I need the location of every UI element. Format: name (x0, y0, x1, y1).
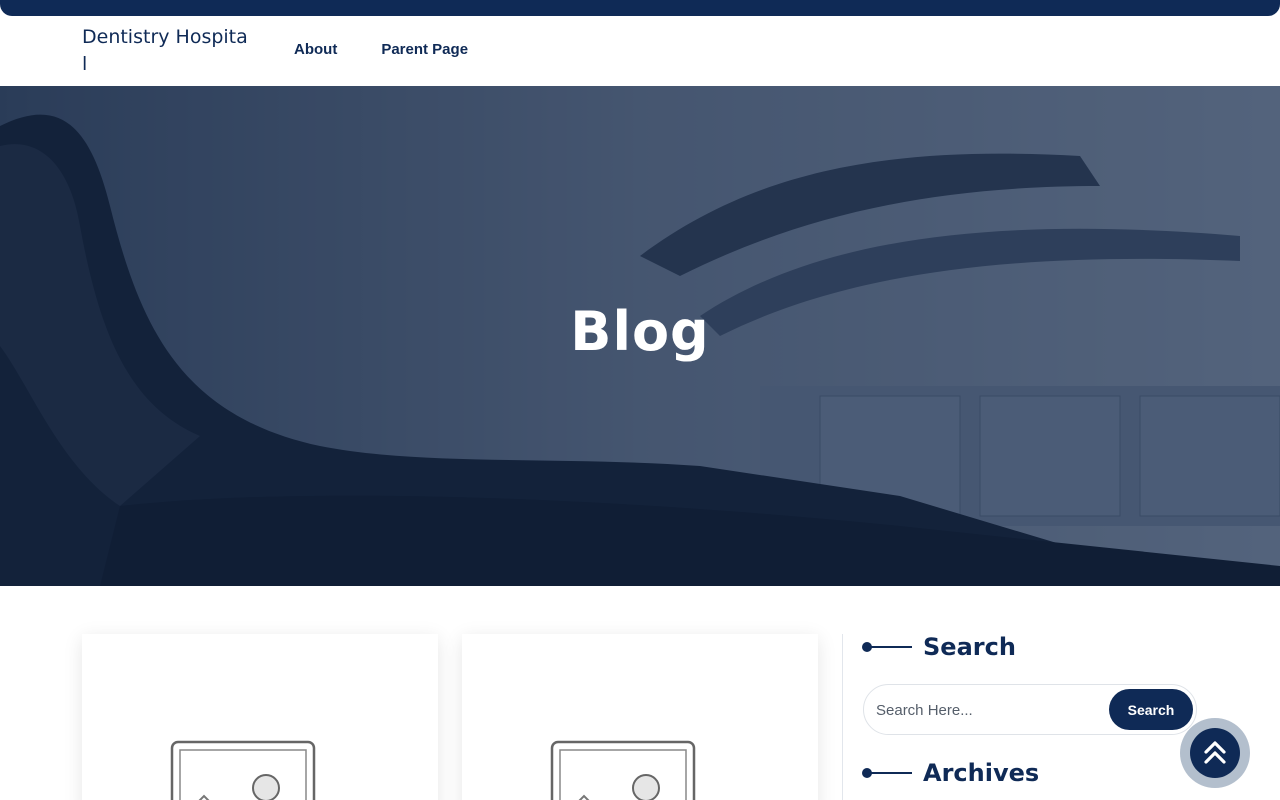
top-bar (0, 0, 1280, 16)
scroll-to-top-button[interactable] (1180, 718, 1250, 788)
page-title: Blog (570, 300, 710, 363)
search-form: Search (863, 684, 1197, 735)
title-decoration (862, 768, 912, 778)
sidebar-divider (842, 634, 843, 800)
double-chevron-up-icon (1204, 741, 1226, 764)
archives-widget-heading: Archives (923, 759, 1040, 787)
search-button[interactable]: Search (1109, 689, 1193, 730)
image-placeholder-icon (170, 740, 316, 800)
search-widget-title: Search (862, 633, 1016, 661)
main-nav: About Parent Page (294, 41, 468, 58)
scroll-to-top-inner (1190, 728, 1240, 778)
post-card[interactable] (462, 634, 818, 800)
post-card[interactable] (82, 634, 438, 800)
title-decoration (862, 642, 912, 652)
site-header: Dentistry Hospital About Parent Page (0, 16, 1280, 86)
hero-banner: Blog (0, 86, 1280, 586)
search-widget-heading: Search (923, 633, 1016, 661)
nav-item-parent-page[interactable]: Parent Page (381, 41, 468, 58)
search-input[interactable] (876, 693, 1096, 727)
image-placeholder-icon (550, 740, 696, 800)
nav-item-about[interactable]: About (294, 41, 337, 58)
archives-widget-title: Archives (862, 759, 1039, 787)
site-title[interactable]: Dentistry Hospital (82, 24, 252, 78)
